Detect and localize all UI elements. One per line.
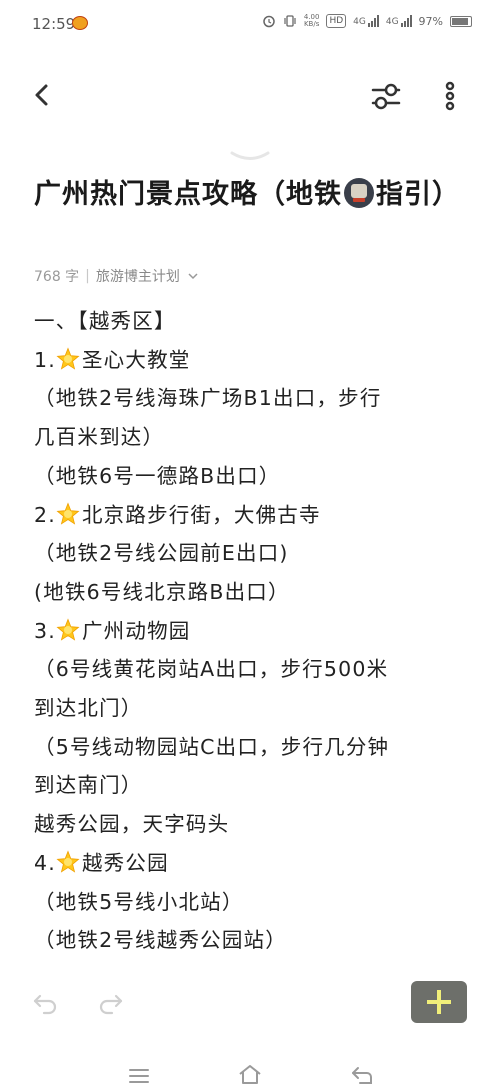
system-nav-bar — [0, 1056, 500, 1092]
category-label: 旅游博主计划 — [95, 269, 180, 285]
note-line-text: （地铁5号线小北站） — [34, 889, 244, 914]
note-title[interactable]: 广州热门景点攻略（地铁 指引） — [34, 176, 464, 214]
pull-down-chevron-icon — [230, 151, 270, 160]
note-line-text: 3. — [34, 618, 56, 643]
note-line-text: 一、【越秀区】 — [34, 309, 176, 333]
battery-percent: 97% — [418, 14, 443, 28]
note-line-text: （地铁2号线越秀公园站） — [34, 928, 287, 953]
note-line: （5号线动物园站C出口，步行几分钟 — [34, 728, 474, 767]
note-meta: 768 字 | 旅游博主计划 — [34, 266, 199, 286]
note-line: 几百米到达） — [34, 418, 474, 457]
note-line-text: 到达南门） — [34, 773, 143, 798]
note-line: （地铁2号线越秀公园站） — [34, 921, 474, 960]
more-vertical-icon[interactable] — [438, 78, 462, 114]
add-icon[interactable] — [411, 981, 467, 1023]
star-icon — [56, 345, 80, 370]
note-line-text: （5号线动物园站C出口，步行几分钟 — [34, 734, 390, 759]
note-line: (地铁6号线北京路B出口） — [34, 573, 474, 612]
battery-icon — [450, 15, 472, 27]
note-line-heading: 越秀公园 — [81, 850, 169, 875]
note-line-heading: 圣心大教堂 — [81, 347, 191, 372]
note-line-text: 2. — [34, 502, 56, 527]
star-icon — [56, 616, 80, 641]
undo-icon[interactable] — [30, 988, 62, 1018]
meta-divider: | — [85, 268, 90, 284]
network-2: 4G — [386, 15, 412, 27]
note-line-text: （地铁6号一德路B出口） — [34, 463, 281, 488]
net-speed-unit: KB/s — [303, 20, 320, 28]
back-icon[interactable] — [350, 1064, 374, 1086]
note-line-heading: 广州动物园 — [81, 618, 191, 643]
chevron-down-icon — [188, 273, 198, 280]
note-line-text: 4. — [34, 850, 56, 875]
note-line: 到达北门） — [34, 689, 474, 728]
status-time: 12:59 — [32, 15, 76, 33]
metro-train-icon — [344, 178, 374, 208]
alarm-icon — [263, 15, 275, 28]
note-line-text: (地铁6号线北京路B出口） — [34, 579, 290, 604]
tune-sliders-icon[interactable] — [368, 78, 404, 114]
note-line-text: （地铁2号线公园前E出口) — [34, 541, 289, 566]
status-icons: 4.00 KB/s HD 4G 4G 97% — [262, 14, 472, 28]
note-line: 4. 越秀公园 — [34, 844, 474, 883]
char-count: 768 字 — [34, 269, 80, 285]
note-line: 到达南门） — [34, 766, 474, 805]
signal-2-icon — [400, 15, 412, 27]
back-arrow-icon[interactable] — [26, 78, 60, 112]
category-selector[interactable]: 旅游博主计划 — [96, 266, 199, 286]
hd-badge: HD — [326, 14, 347, 28]
star-icon — [56, 500, 80, 525]
signal-1-icon — [367, 15, 379, 27]
status-bar: 12:59 4.00 KB/s HD 4G 4G 97% — [0, 0, 500, 52]
note-line: （地铁6号一德路B出口） — [34, 457, 474, 496]
home-icon[interactable] — [237, 1063, 263, 1085]
note-line-text: 几百米到达） — [34, 425, 165, 450]
note-title-part2: 指引） — [376, 179, 460, 210]
note-line: 2. 北京路步行街，大佛古寺 — [34, 496, 474, 535]
note-line-text: 1. — [34, 347, 56, 372]
note-line: （地铁2号线海珠广场B1出口，步行 — [34, 379, 474, 418]
note-line-text: 越秀公园，天字码头 — [34, 812, 230, 837]
note-line: 越秀公园，天字码头 — [34, 805, 474, 844]
note-title-part1: 广州热门景点攻略（地铁 — [34, 179, 342, 210]
app-bar — [0, 70, 500, 122]
note-line-text: 到达北门） — [34, 696, 143, 721]
menu-icon[interactable] — [128, 1066, 150, 1086]
note-line: 3. 广州动物园 — [34, 612, 474, 651]
note-line: （地铁5号线小北站） — [34, 883, 474, 922]
note-line-text: （地铁2号线海珠广场B1出口，步行 — [34, 386, 382, 411]
note-line-text: （6号线黄花岗站A出口，步行500米 — [34, 657, 389, 682]
note-line: 1. 圣心大教堂 — [34, 341, 474, 380]
note-line: （6号线黄花岗站A出口，步行500米 — [34, 650, 474, 689]
notification-icon — [72, 16, 88, 30]
vibrate-icon — [284, 15, 296, 27]
network-1: 4G — [353, 15, 379, 27]
note-body[interactable]: 一、【越秀区】 1. 圣心大教堂 （地铁2号线海珠广场B1出口，步行 几百米到达） （地铁… — [34, 302, 474, 960]
star-icon — [56, 848, 80, 873]
note-line: （地铁2号线公园前E出口) — [34, 534, 474, 573]
net-speed: 4.00 KB/s — [304, 14, 320, 28]
network-1-label: 4G — [353, 17, 366, 27]
redo-icon[interactable] — [94, 988, 126, 1018]
network-2-label: 4G — [385, 17, 399, 27]
note-line-heading: 北京路步行街，大佛古寺 — [81, 502, 321, 527]
note-line: 一、【越秀区】 — [34, 302, 474, 341]
